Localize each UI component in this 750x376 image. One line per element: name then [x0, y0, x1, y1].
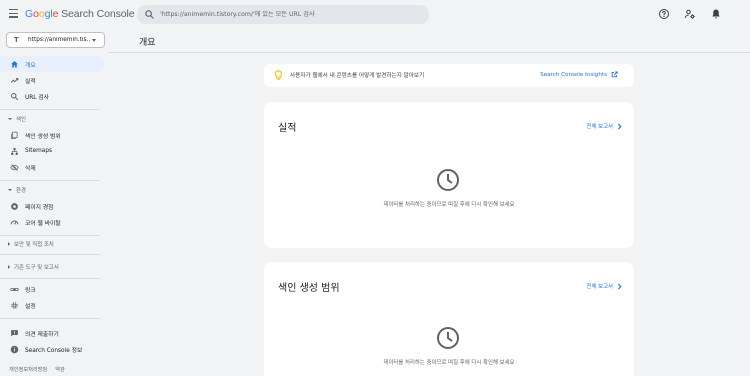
sidebar-item-core-web-vitals[interactable]: 코어 웹 바이탈 [0, 214, 105, 230]
logo-letter: G [25, 8, 34, 20]
sidebar-item-label: 개요 [25, 62, 36, 69]
sidebar-item-about[interactable]: Search Console 정보 [0, 341, 105, 357]
divider [0, 318, 100, 319]
chevron-right-icon [617, 282, 622, 290]
sidebar-item-performance[interactable]: 실적 [0, 72, 105, 88]
card-title: 색인 생성 범위 [278, 283, 340, 294]
sidebar-item-label: URL 검사 [25, 94, 50, 101]
collapsed-arrow-icon [8, 265, 10, 269]
top-actions [658, 8, 722, 20]
section-label: 환경 [16, 188, 26, 194]
search-icon [11, 92, 19, 100]
search-icon [145, 10, 154, 19]
sidebar-item-label: Sitemaps [25, 148, 53, 154]
sidebar-item-overview[interactable]: 개요 [0, 56, 105, 72]
processing-message: 데이터를 처리하는 중이므로 며칠 후에 다시 확인해 보세요 [383, 360, 515, 366]
insights-text: 사용자가 웹에서 내 콘텐츠를 어떻게 발견하는지 알아보기 [290, 73, 425, 79]
sidebar-item-label: 링크 [25, 287, 36, 294]
property-url: https://animemin.tis... [28, 37, 90, 43]
divider [0, 109, 100, 110]
privacy-policy-link[interactable]: 개인정보처리방침 [9, 366, 47, 373]
trending-up-icon [10, 77, 19, 83]
full-report-link[interactable]: 전체 보고서 [586, 282, 622, 290]
google-search-console-logo[interactable]: Google Search Console [25, 8, 135, 20]
gear-icon [11, 301, 18, 309]
full-report-label: 전체 보고서 [586, 124, 613, 130]
property-selector[interactable]: T https://animemin.tis... [6, 32, 105, 48]
search-input[interactable] [160, 5, 422, 24]
section-experience[interactable]: 환경 [8, 186, 26, 194]
insights-banner: 사용자가 웹에서 내 콘텐츠를 어떻게 발견하는지 알아보기 Search Co… [264, 64, 634, 87]
section-index[interactable]: 색인 [8, 115, 26, 123]
processing-message: 데이터를 처리하는 중이므로 며칠 후에 다시 확인해 보세요 [383, 202, 515, 208]
terms-link[interactable]: 약관 [55, 366, 65, 373]
collapsed-arrow-icon [8, 242, 10, 246]
tistory-favicon-icon: T [14, 36, 19, 44]
top-app-bar: Google Search Console [0, 0, 750, 28]
logo-product-name: Search Console [58, 8, 135, 20]
clock-icon [437, 327, 459, 349]
page-title: 개요 [139, 38, 156, 48]
card-title: 실적 [278, 123, 297, 134]
expand-arrow-icon [8, 118, 12, 120]
hamburger-menu-icon[interactable] [9, 9, 18, 18]
section-label: 보안 및 직접 조치 [14, 242, 54, 248]
section-security[interactable]: 보안 및 직접 조치 [8, 240, 54, 248]
sidebar-item-page-experience[interactable]: 페이지 경험 [0, 198, 105, 214]
sidebar-item-label: 설정 [25, 303, 36, 310]
help-icon[interactable] [658, 8, 670, 20]
sidebar-item-url-inspection[interactable]: URL 검사 [0, 88, 105, 104]
dropdown-arrow-icon [92, 39, 96, 42]
insights-link-label: Search Console Insights [540, 71, 607, 78]
sidebar-item-removals[interactable]: 삭제 [0, 159, 105, 175]
visibility-off-icon [10, 163, 19, 171]
divider [0, 180, 100, 181]
index-coverage-card: 색인 생성 범위 전체 보고서 데이터를 처리하는 중이므로 며칠 후에 다시 … [264, 262, 634, 376]
sidebar-item-pages[interactable]: 색인 생성 범위 [0, 127, 105, 143]
page-experience-icon [11, 202, 18, 210]
clock-icon [437, 169, 459, 191]
sidebar-item-label: 코어 웹 바이탈 [25, 220, 61, 227]
chevron-right-icon [617, 122, 622, 130]
divider [0, 278, 100, 279]
sidebar-item-label: 의견 제출하기 [25, 331, 59, 338]
sidebar: T https://animemin.tis... 개요 실적 URL 검사 색… [0, 28, 108, 376]
sidebar-footer: 개인정보처리방침 약관 [9, 366, 65, 373]
sidebar-item-feedback[interactable]: 의견 제출하기 [0, 325, 105, 341]
section-legacy-tools[interactable]: 기존 도구 및 보고서 [8, 263, 59, 271]
info-icon [10, 345, 19, 353]
expand-arrow-icon [8, 189, 12, 191]
link-icon [10, 287, 19, 291]
performance-card: 실적 전체 보고서 데이터를 처리하는 중이므로 며칠 후에 다시 확인해 보세… [264, 102, 634, 248]
sitemap-icon [11, 147, 18, 155]
divider [0, 235, 100, 236]
sidebar-item-label: 페이지 경험 [25, 204, 54, 211]
sidebar-item-sitemaps[interactable]: Sitemaps [0, 143, 105, 159]
sidebar-item-links[interactable]: 링크 [0, 281, 105, 297]
page-header: 개요 [108, 28, 750, 53]
open-in-new-icon [611, 71, 618, 78]
sidebar-item-label: 색인 생성 범위 [25, 133, 61, 140]
search-console-insights-link[interactable]: Search Console Insights [540, 71, 618, 78]
divider [0, 254, 100, 255]
sidebar-item-label: 삭제 [25, 165, 36, 172]
section-label: 색인 [16, 117, 26, 123]
file-copy-icon [11, 131, 18, 139]
home-icon [11, 60, 18, 67]
sidebar-item-settings[interactable]: 설정 [0, 297, 105, 313]
full-report-link[interactable]: 전체 보고서 [586, 122, 622, 130]
account-settings-icon[interactable] [684, 8, 696, 20]
sidebar-item-label: 실적 [25, 78, 36, 85]
full-report-label: 전체 보고서 [586, 284, 613, 290]
notifications-icon[interactable] [710, 8, 722, 20]
url-inspection-search-bar[interactable] [137, 5, 429, 24]
lightbulb-icon [274, 70, 283, 80]
feedback-icon [11, 329, 18, 336]
speed-gauge-icon [10, 220, 19, 225]
sidebar-item-label: Search Console 정보 [25, 347, 83, 354]
section-label: 기존 도구 및 보고서 [14, 265, 59, 271]
